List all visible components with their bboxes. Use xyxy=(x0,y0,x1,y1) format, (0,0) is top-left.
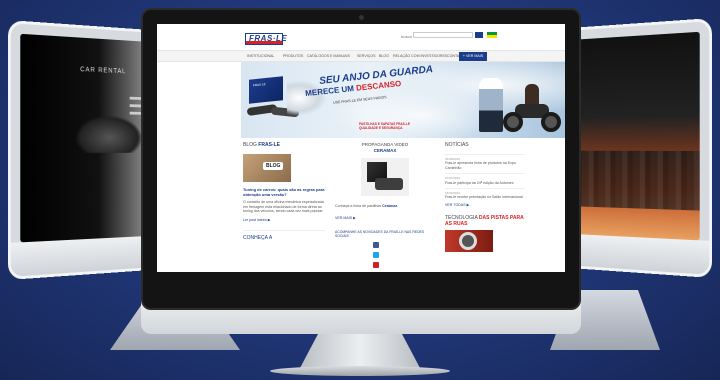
youtube-icon[interactable] xyxy=(373,262,379,268)
news-text: Fras-le recebe premiação no Salão Intern… xyxy=(445,195,523,200)
car-image xyxy=(74,114,143,153)
blog-image-tag: BLOG xyxy=(263,162,284,170)
video-text-a: Conheça a linha de pastilhas xyxy=(335,204,383,208)
news-text: Fras-le apresenta linha de produtos na E… xyxy=(445,161,516,170)
conheca-heading: CONHEÇA A xyxy=(243,229,325,241)
blog-more-link[interactable]: Ler post inteiro ▶ xyxy=(243,218,325,222)
nav-catalogos[interactable]: CATÁLOGOS E MANUAIS xyxy=(307,54,350,58)
tech-promo-image[interactable] xyxy=(445,229,493,252)
box-label: FRAS·LE xyxy=(253,82,266,88)
main-monitor: FRAS·LE busca INSTITUCIONAL PRODUTOS CAT… xyxy=(141,8,581,310)
promo-stage: CAR RENTAL Lorem FRAS·LE busca xyxy=(0,0,720,380)
nav-institucional[interactable]: INSTITUCIONAL xyxy=(247,54,274,58)
brazil-flag-icon[interactable] xyxy=(487,32,497,38)
video-text-b: Ceramax xyxy=(382,204,398,208)
blog-heading: BLOG FRAS-LE xyxy=(243,142,325,148)
brake-pad-image xyxy=(375,178,403,190)
main-nav: INSTITUCIONAL PRODUTOS CATÁLOGOS E MANUA… xyxy=(157,50,565,62)
news-item[interactable]: 15/06/2016 Fras-le recebe premiação no S… xyxy=(445,188,525,203)
news-item[interactable]: 01/08/2016 Fras-le apresenta linha de pr… xyxy=(445,154,525,173)
nav-servicos[interactable]: SERVIÇOS xyxy=(357,54,376,58)
banner-caption: PASTILHAS E SAPATAS FRAS-LE QUALIDADE E … xyxy=(359,122,410,130)
banner-caption-line2: QUALIDADE E SEGURANÇA xyxy=(359,126,403,130)
camera-dot xyxy=(359,15,364,20)
news-more-link[interactable]: VER TODAS ▶ xyxy=(445,203,525,207)
blog-heading-b: FRAS-LE xyxy=(258,142,280,148)
news-heading: NOTÍCIAS xyxy=(445,142,469,148)
video-column: PROPAGANDA VIDEO CERAMAX Conheça a linha… xyxy=(335,142,435,268)
blog-post-image[interactable]: BLOG xyxy=(243,154,291,182)
nav-blog[interactable]: BLOG xyxy=(379,54,389,58)
site-header: FRAS·LE busca xyxy=(157,24,565,50)
twitter-icon[interactable] xyxy=(373,252,379,258)
video-more-link[interactable]: VER MAIS ▶ xyxy=(335,216,435,220)
search-label: busca xyxy=(401,34,412,39)
news-item[interactable]: 27/07/2016 Fras-le participa da 24ª ediç… xyxy=(445,173,525,188)
hero-banner[interactable]: FRAS·LE SEU ANJO DA GUARDA MERECE UM DES… xyxy=(241,62,565,138)
brake-disc-image xyxy=(459,231,477,250)
video-heading-text: PROPAGANDA VIDEO xyxy=(361,142,409,147)
wheel-rear xyxy=(541,112,561,132)
logo-red-bar xyxy=(246,41,282,44)
contact-button[interactable]: + VER MAIS xyxy=(459,52,487,61)
ceramax-product-image[interactable] xyxy=(361,158,409,196)
nav-investidores[interactable]: RELAÇÃO COM INVESTIDORES xyxy=(393,54,447,58)
video-heading: PROPAGANDA VIDEO CERAMAX xyxy=(335,142,435,154)
couple-image xyxy=(479,78,503,132)
blog-post-title[interactable]: Tuning de carros: quais são as regras pa… xyxy=(243,187,325,197)
social-follow-text: ACOMPANHE AS NOVIDADES DA FRAS-LE NAS RE… xyxy=(335,230,425,238)
main-monitor-base xyxy=(270,366,450,376)
website-screen: FRAS·LE busca INSTITUCIONAL PRODUTOS CAT… xyxy=(157,24,565,272)
fras-le-logo[interactable]: FRAS·LE xyxy=(245,33,287,45)
product-box-image: FRAS·LE xyxy=(249,76,283,104)
video-product-name: CERAMAX xyxy=(373,148,397,153)
blog-heading-a: BLOG xyxy=(243,142,259,148)
blog-column: BLOG FRAS-LE BLOG Tuning de carros: quai… xyxy=(243,142,325,241)
search-button[interactable] xyxy=(475,32,483,38)
search-input[interactable] xyxy=(413,32,473,38)
main-monitor-stand xyxy=(300,334,420,368)
news-text: Fras-le participa da 24ª edição da Autom… xyxy=(445,180,514,185)
left-site-title: CAR RENTAL xyxy=(80,66,127,76)
blog-post-text: O conceito de uma oficina mecânica espec… xyxy=(243,200,324,214)
nav-produtos[interactable]: PRODUTOS xyxy=(283,54,303,58)
news-column: NOTÍCIAS 01/08/2016 Fras-le apresenta li… xyxy=(445,142,525,252)
wheel-front xyxy=(503,112,523,132)
video-text: Conheça a linha de pastilhas Ceramax xyxy=(335,204,435,208)
facebook-icon[interactable] xyxy=(373,242,379,248)
motorcycle-image xyxy=(503,84,563,132)
tech-heading: TECNOLOGIA DAS PISTAS PARA AS RUAS xyxy=(445,215,525,227)
